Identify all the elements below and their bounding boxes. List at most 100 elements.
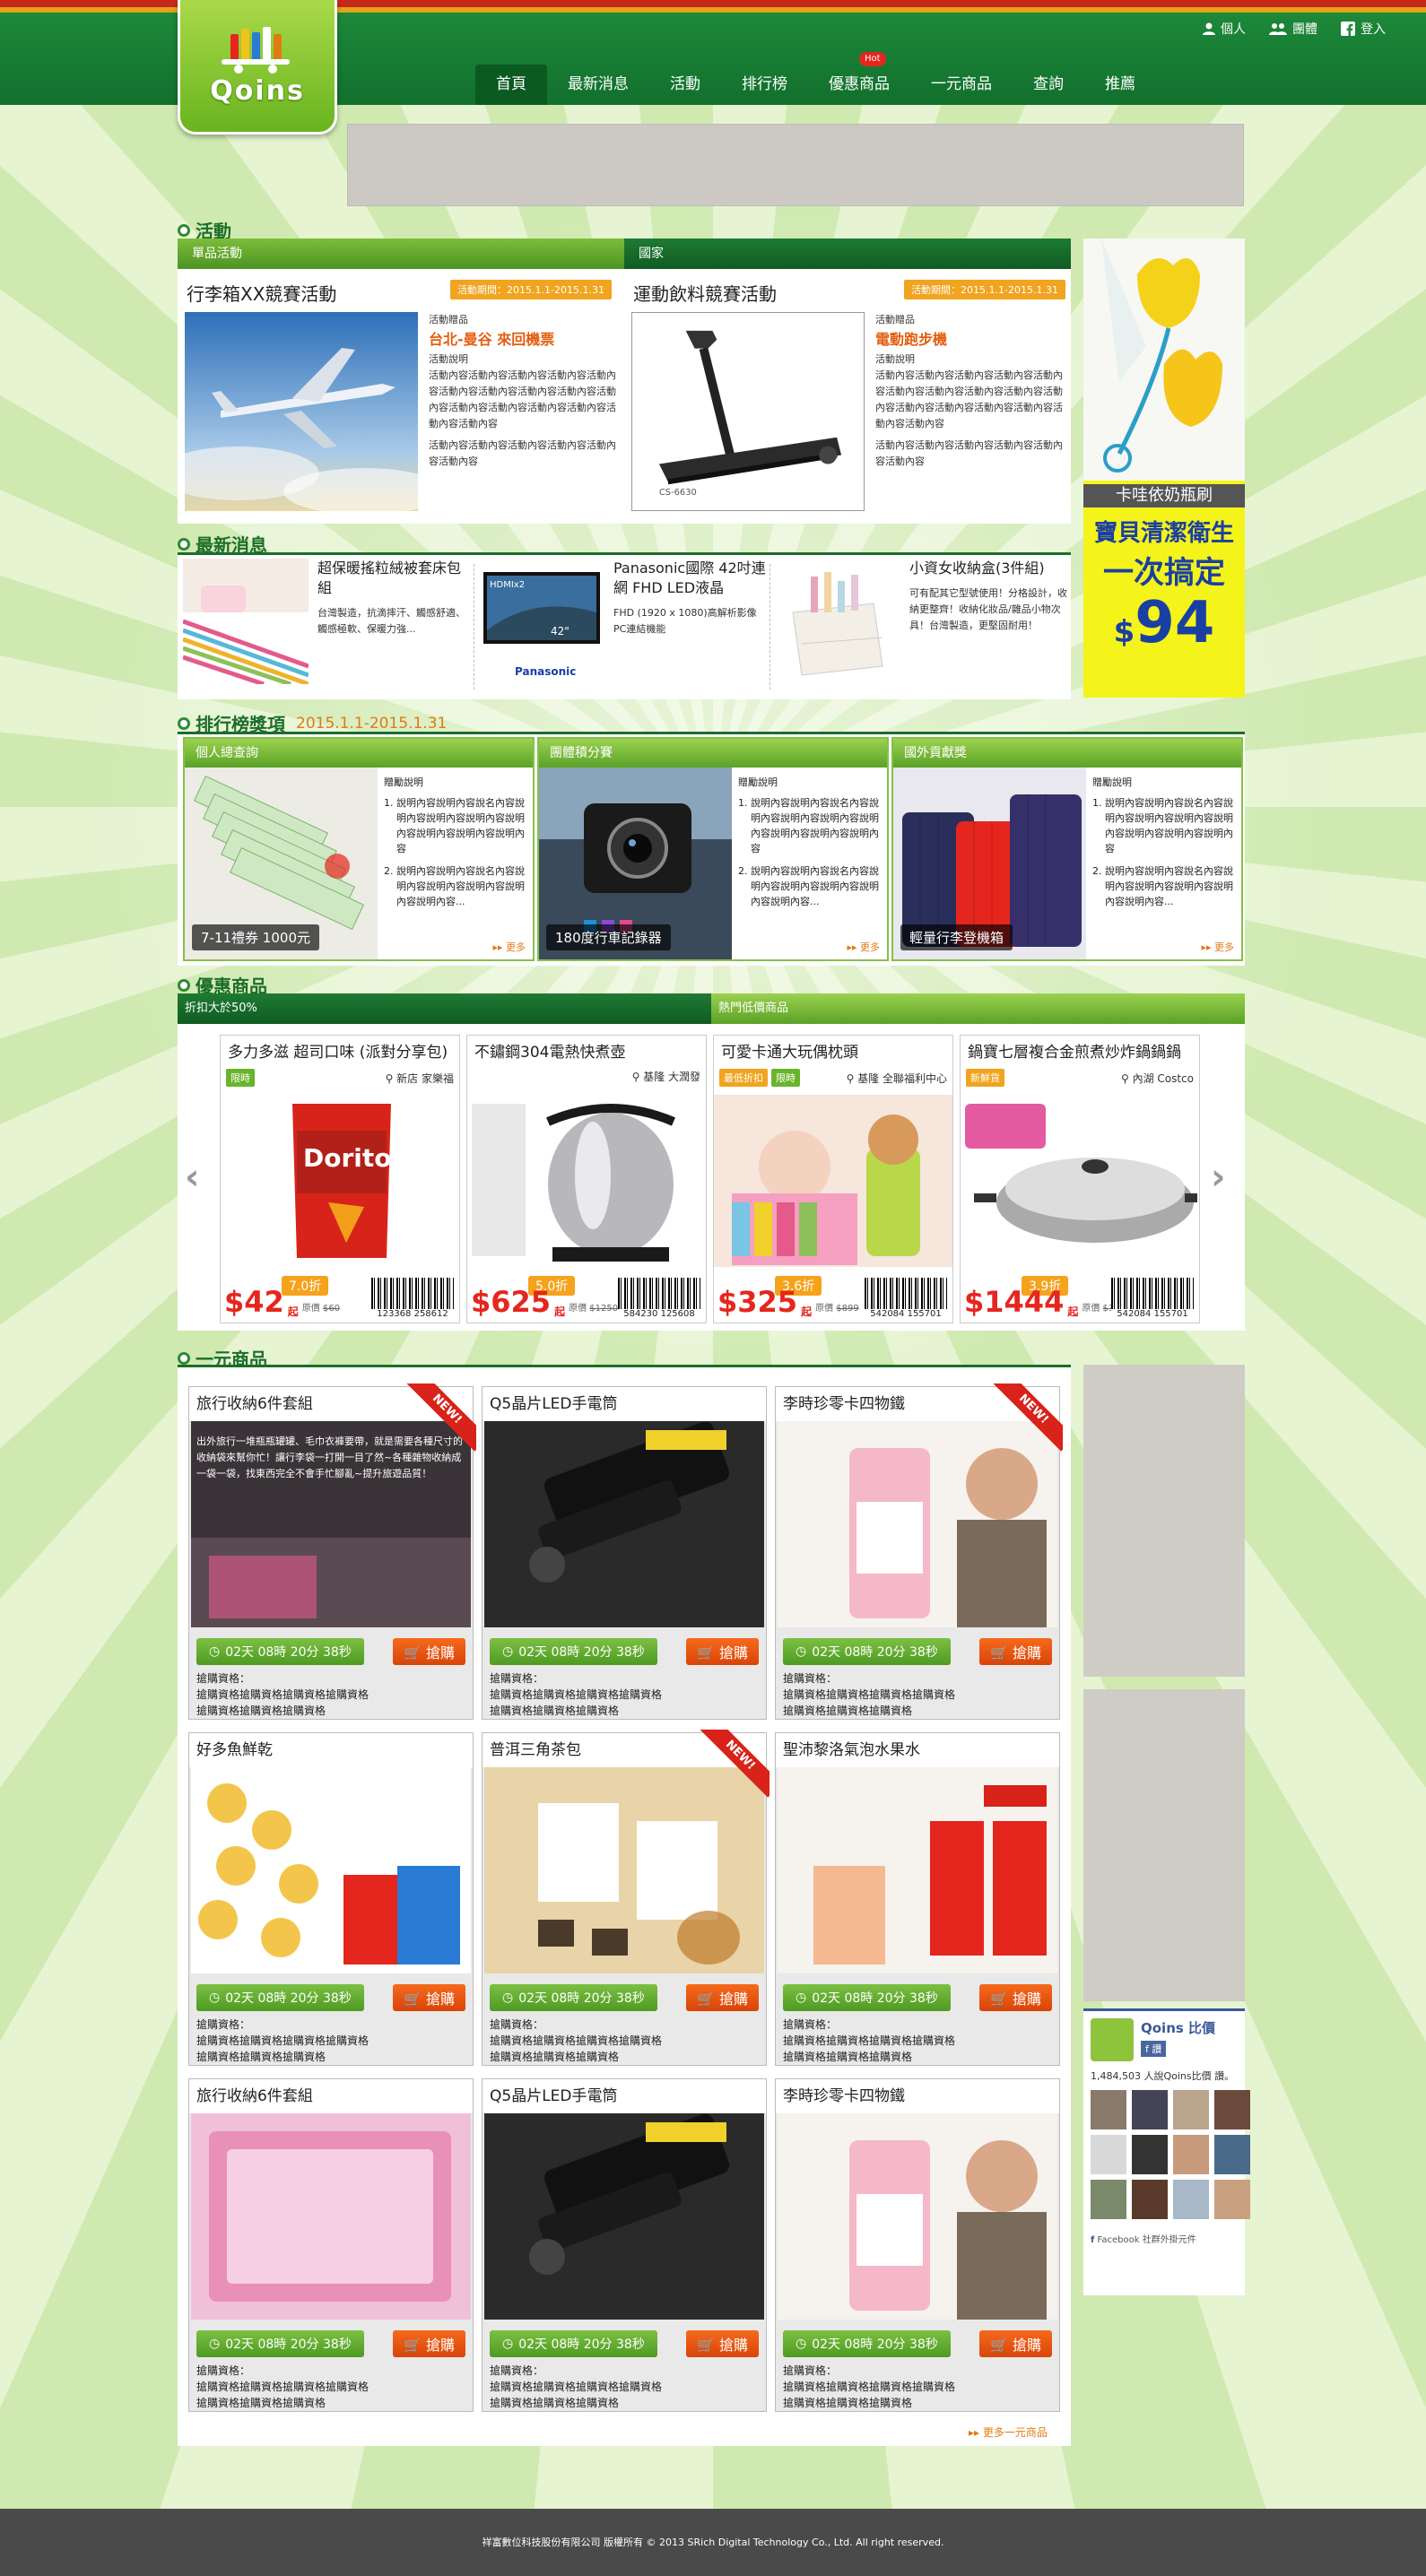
clock-icon: ◷ — [796, 1991, 807, 2005]
sidebar-ad[interactable]: 卡哇依奶瓶刷 寶貝清潔衛生 一次搞定 $94 — [1083, 239, 1245, 698]
login-link[interactable]: 登入 — [1341, 20, 1386, 38]
fan-avatar[interactable] — [1091, 2135, 1126, 2174]
eligibility-text: 搶購資格： 搶購資格搶購資格搶購資格搶購資格 搶購資格搶購資格搶購資格 — [490, 2363, 662, 2411]
more-one-dollar-link[interactable]: ▸▸ 更多一元商品 — [969, 2424, 1048, 2440]
tab-country[interactable]: 國家 — [624, 239, 1071, 269]
more-link[interactable]: ▸▸ 更多 — [1201, 940, 1234, 954]
buy-button[interactable]: 🛒 搶購 — [978, 2330, 1052, 2357]
buy-button[interactable]: 🛒 搶購 — [392, 1984, 465, 2011]
price-unit: 起 — [554, 1305, 566, 1318]
one-dollar-card[interactable]: 旅行收納6件套組 ◷ 02天 08時 20分 38秒 🛒 搶購 搶購資格： 搶購資格搶購資… — [188, 2078, 474, 2412]
nav-news[interactable]: 最新消息 — [547, 65, 649, 105]
eligibility-line: 搶購資格搶購資格搶購資格 — [196, 2397, 326, 2409]
top-banner-ad[interactable] — [347, 124, 1244, 206]
eligibility-line: 搶購資格： — [196, 2018, 251, 2031]
nav-ranking[interactable]: 排行榜 — [721, 65, 808, 105]
bullet-icon — [178, 1351, 190, 1365]
more-link[interactable]: ▸▸ 更多 — [492, 940, 526, 954]
buy-button[interactable]: 🛒 搶購 — [392, 2330, 465, 2357]
news-item[interactable]: 小資女收納盒(3件組) 可有配其它型號使用！分格設計，收納更整齊！收納化妝品/雜… — [775, 559, 1067, 700]
logo[interactable]: Qoins — [178, 0, 337, 134]
one-dollar-card[interactable]: Q5晶片LED手電筒 ◷ 02天 08時 20分 38秒 🛒 搶購 搶購資格： 搶購資格搶… — [482, 2078, 767, 2412]
fb-like-text: 讚 — [1152, 2043, 1162, 2055]
new-label: NEW! — [991, 1383, 1063, 1452]
ranking-card[interactable]: 個人總查詢 7-11禮券 1000元 贈勵說明 說明內容說明內容說名內容說明內容… — [183, 737, 535, 961]
sidebar-ad-placeholder[interactable] — [1083, 1365, 1245, 1677]
ranking-card[interactable]: 團體積分賽 180度行車記錄器 贈勵說明 說明內容說明內容說名內容說明內容說明內… — [537, 737, 889, 961]
fb-header: Qoins 比價 f 讚 — [1083, 2011, 1245, 2069]
buy-button[interactable]: 🛒 搶購 — [685, 1984, 759, 2011]
more-link[interactable]: ▸▸ 更多 — [847, 940, 880, 954]
one-dollar-card[interactable]: Q5晶片LED手電筒 ◷ 02天 08時 20分 38秒 🛒 搶購 搶購資格： 搶購資格搶… — [482, 1386, 767, 1720]
timer-row: ◷ 02天 08時 20分 38秒 🛒 搶購 — [196, 2330, 465, 2357]
buy-button[interactable]: 🛒 搶購 — [685, 2330, 759, 2357]
ranking-card[interactable]: 國外貢獻獎 輕量行李登機箱 贈勵說明 說明內容說明內容說名內容說明內容說明內容說… — [891, 737, 1243, 961]
activity-card[interactable]: 運動飲料競賽活動 活動期間：2015.1.1-2015.1.31 CS-6630… — [624, 271, 1071, 518]
buy-button[interactable]: 🛒 搶購 — [978, 1638, 1052, 1665]
deal-card[interactable]: 不鏽鋼304電熱快煮壺 ⚲ 基隆 大潤發 5.0折 $625 起原價 $1250 … — [466, 1035, 707, 1323]
barcode-number: 123368 258612 — [371, 1309, 454, 1320]
clock-icon: ◷ — [502, 1644, 514, 1659]
deal-card[interactable]: 鍋寶七層複合金煎煮炒炸鍋鍋鍋 新鮮貨 ⚲ 內湖 Costco 3.9折 $1444… — [960, 1035, 1200, 1323]
deal-title: 可愛卡通大玩偶枕頭 — [721, 1044, 858, 1062]
fb-like-button[interactable]: f 讚 — [1141, 2041, 1167, 2057]
sidebar-ad-placeholder[interactable] — [1083, 1689, 1245, 2001]
clock-icon: ◷ — [796, 1644, 807, 1659]
nav-deals[interactable]: 優惠商品 Hot — [808, 52, 910, 105]
news-item[interactable]: 超保暖搖粒絨被套床包組 台灣製造，抗滴摔汗、觸感舒適、觸感極軟、保暖力強... — [183, 559, 470, 700]
deal-card[interactable]: 可愛卡通大玩偶枕頭 最低折扣 限時 ⚲ 基隆 全聯福利中心 3.6折 $325 起原價… — [713, 1035, 953, 1323]
fan-avatar[interactable] — [1173, 2090, 1209, 2129]
fan-avatar[interactable] — [1091, 2090, 1126, 2129]
fan-avatar[interactable] — [1132, 2135, 1168, 2174]
product-image — [484, 2113, 764, 2320]
nav-activity[interactable]: 活動 — [649, 65, 721, 105]
nav-search[interactable]: 查詢 — [1013, 65, 1084, 105]
one-dollar-card[interactable]: 李時珍零卡四物鐵 NEW! ◷ 02天 08時 20分 38秒 🛒 搶購 搶購資格： 搶購資… — [775, 1383, 1063, 1720]
ranking-text: 贈勵說明 說明內容說明內容說名內容說明內容說明內容說明內容說明內容說明內容說明內… — [384, 775, 533, 916]
group-link[interactable]: 團體 — [1269, 20, 1317, 38]
eligibility-line: 搶購資格搶購資格搶購資格 — [490, 2397, 620, 2409]
buy-button[interactable]: 🛒 搶購 — [978, 1984, 1052, 2011]
one-dollar-card[interactable]: 普洱三角茶包 NEW! ◷ 02天 08時 20分 38秒 🛒 搶購 搶購資格： 搶購資格搶… — [482, 1730, 770, 2066]
fan-avatar[interactable] — [1091, 2180, 1126, 2219]
one-dollar-card[interactable]: 聖沛黎洛氣泡水果水 ◷ 02天 08時 20分 38秒 🛒 搶購 搶購資格： 搶購資格搶購… — [775, 1732, 1060, 2066]
personal-link[interactable]: 個人 — [1203, 20, 1246, 38]
nav-one-dollar[interactable]: 一元商品 — [910, 65, 1013, 105]
one-dollar-card[interactable]: 好多魚鮮乾 ◷ 02天 08時 20分 38秒 🛒 搶購 搶購資格： 搶購資格搶購資格搶購… — [188, 1732, 474, 2066]
activity-card-title: 行李箱XX競賽活動 — [187, 283, 337, 305]
tab-single-activity[interactable]: 單品活動 — [178, 239, 624, 269]
desc-label: 活動說明 — [429, 353, 468, 365]
buy-text: 搶購 — [425, 2337, 455, 2354]
fan-avatar[interactable] — [1173, 2135, 1209, 2174]
activity-card[interactable]: 行李箱XX競賽活動 活動期間：2015.1.1-2015.1.31 活動贈品 台… — [178, 271, 617, 518]
nav-recommend[interactable]: 推薦 — [1084, 65, 1156, 105]
original-price: 原價 $60 — [302, 1300, 340, 1314]
carousel-prev-arrow[interactable]: ‹ — [185, 1157, 199, 1198]
one-dollar-card[interactable]: 李時珍零卡四物鐵 ◷ 02天 08時 20分 38秒 🛒 搶購 搶購資格： 搶購資格搶購資… — [775, 2078, 1060, 2412]
cart-icon: 🛒 — [403, 1991, 422, 2008]
fan-avatar[interactable] — [1173, 2180, 1209, 2219]
buy-button[interactable]: 🛒 搶購 — [685, 1638, 759, 1665]
fan-avatar[interactable] — [1214, 2135, 1250, 2174]
fan-avatar[interactable] — [1214, 2180, 1250, 2219]
fan-avatar[interactable] — [1132, 2180, 1168, 2219]
treadmill-image: CS-6630 — [631, 312, 865, 511]
eligibility-line: 搶購資格搶購資格搶購資格搶購資格 — [196, 1688, 370, 1701]
deal-title: 多力多滋 超司口味 (派對分享包) — [228, 1044, 448, 1062]
tab-hot-low-price[interactable]: 熱門低價商品 — [711, 993, 1245, 1024]
nav-home[interactable]: 首頁 — [475, 65, 547, 105]
deal-card[interactable]: 多力多滋 超司口味 (派對分享包) 限時 ⚲ 新店 家樂福 Doritos 7.0… — [220, 1035, 460, 1323]
eligibility-line: 搶購資格： — [196, 1672, 251, 1685]
fan-avatar[interactable] — [1132, 2090, 1168, 2129]
one-dollar-card[interactable]: 旅行收納6件套組 出外旅行一堆瓶瓶罐罐、毛巾衣褲要帶，就是需要各種尺寸的收納袋來幫… — [188, 1383, 476, 1720]
tab-discount[interactable]: 折扣大於50% — [178, 993, 711, 1024]
one-dollar-title: 旅行收納6件套組 — [189, 2079, 473, 2113]
countdown-timer: ◷ 02天 08時 20分 38秒 — [490, 1638, 657, 1665]
fan-avatar[interactable] — [1214, 2090, 1250, 2129]
timer-row: ◷ 02天 08時 20分 38秒 🛒 搶購 — [490, 2330, 759, 2357]
carousel-next-arrow[interactable]: › — [1211, 1157, 1225, 1198]
activity-period: 活動期間：2015.1.1-2015.1.31 — [904, 280, 1065, 299]
news-item[interactable]: HDMIx2 42" Panasonic Panasonic國際 42吋連網 F… — [479, 559, 766, 700]
buy-button[interactable]: 🛒 搶購 — [392, 1638, 465, 1665]
ranking-label: 贈勵說明 — [1092, 776, 1132, 788]
